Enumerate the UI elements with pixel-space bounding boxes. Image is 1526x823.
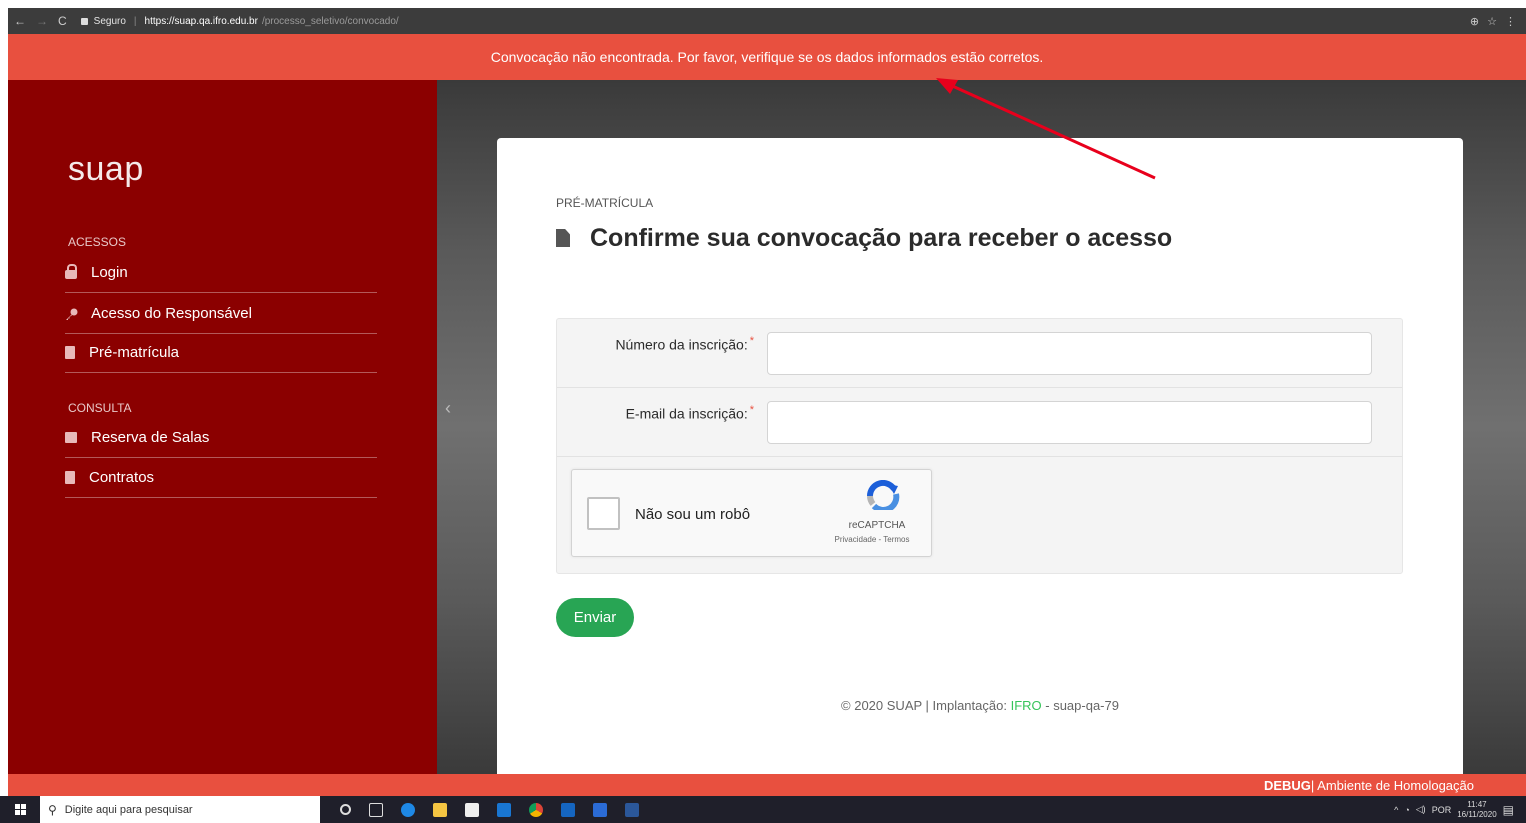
reload-icon[interactable]: C [58,14,67,28]
back-icon[interactable]: ← [14,14,26,28]
sidebar-item-pre-matricula[interactable]: Pré-matrícula [65,333,377,373]
notification-icon[interactable]: ▤ [1503,803,1514,817]
search-icon: ⚲ [48,802,57,817]
inscription-number-input[interactable] [767,332,1372,375]
taskbar-search-input[interactable]: ⚲ Digite aqui para pesquisar [40,796,320,823]
chrome-icon[interactable] [529,802,543,817]
sidebar-item-label: Reserva de Salas [91,429,210,446]
email-label: E-mail da inscrição: * [625,404,754,422]
todo-icon[interactable] [593,802,607,817]
environment-text: | Ambiente de Homologação [1310,777,1474,793]
clock-date: 16/11/2020 [1457,809,1497,819]
menu-icon[interactable]: ⋮ [1505,15,1516,28]
debug-environment-bar: DEBUG | Ambiente de Homologação [8,774,1526,796]
windows-taskbar: ⚲ Digite aqui para pesquisar ^ ◔ ◁) POR … [0,796,1526,823]
sidebar-item-reserva-salas[interactable]: Reserva de Salas [65,418,377,458]
page-title: Confirme sua convocação para receber o a… [556,220,1196,257]
url-path: /processo_seletivo/convocado/ [261,15,399,27]
form-row-inscription: Número da inscrição: * [557,319,1402,388]
sidebar: suap ACESSOS Login Acesso do Responsável… [8,80,437,774]
sidebar-item-contratos[interactable]: Contratos [65,458,377,498]
taskbar-clock[interactable]: 11:47 16/11/2020 [1457,800,1496,820]
recaptcha-logo-icon [866,480,900,510]
alert-message: Convocação não encontrada. Por favor, ve… [490,49,1044,65]
volume-icon[interactable]: ◁) [1416,804,1426,815]
page-footer: © 2020 SUAP | Implantação: IFRO - suap-q… [841,698,1119,713]
ifro-link[interactable]: IFRO [1011,698,1042,713]
inscription-label: Número da inscrição: * [615,335,754,353]
section-title-acessos: ACESSOS [68,235,127,249]
recaptcha-checkbox[interactable] [587,497,620,530]
content-card: PRÉ-MATRÍCULA Confirme sua convocação pa… [497,138,1463,774]
inscription-email-input[interactable] [767,401,1372,444]
secure-label: Seguro [93,15,126,27]
network-icon[interactable]: ◔ [1404,805,1409,815]
browser-toolbar: ← → C Seguro | https://suap.qa.ifro.edu.… [8,8,1526,34]
edge-icon[interactable] [401,802,415,817]
taskbar-search-placeholder: Digite aqui para pesquisar [64,803,193,816]
cortana-icon[interactable] [340,804,351,815]
url-host: https://suap.qa.ifro.edu.br [144,15,258,27]
address-bar[interactable]: Seguro | https://suap.qa.ifro.edu.br/pro… [80,15,399,27]
mail-icon[interactable] [497,802,511,817]
sidebar-item-label: Acesso do Responsável [91,305,252,322]
zoom-icon[interactable]: ⊕ [1470,15,1479,28]
recaptcha-links[interactable]: Privacidade - Termos [812,535,932,544]
calendar-icon [65,432,77,443]
language-indicator[interactable]: POR [1432,805,1452,815]
recaptcha-brand: reCAPTCHA [848,520,906,531]
sidebar-item-label: Login [91,264,128,281]
sidebar-item-acesso-responsavel[interactable]: Acesso do Responsável [65,294,377,334]
breadcrumb: PRÉ-MATRÍCULA [556,196,654,210]
required-mark: * [749,335,754,347]
recaptcha-widget: Não sou um robô reCAPTCHA Privacidade - … [571,469,932,557]
form-row-email: E-mail da inscrição: * [557,388,1402,457]
suap-logo[interactable]: suap [68,150,144,189]
sidebar-item-label: Pré-matrícula [89,344,180,361]
recaptcha-label: Não sou um robô [635,506,751,523]
task-view-icon[interactable] [369,802,383,817]
file-explorer-icon[interactable] [433,802,447,817]
sidebar-item-login[interactable]: Login [65,253,377,293]
error-alert: Convocação não encontrada. Por favor, ve… [8,34,1526,80]
debug-label: DEBUG [1263,777,1311,793]
page-title-text: Confirme sua convocação para receber o a… [590,224,1173,252]
media-icon[interactable] [561,802,575,817]
chevron-left-icon[interactable]: ‹ [445,398,451,419]
document-icon [65,346,75,359]
key-icon [65,308,78,320]
star-icon[interactable]: ☆ [1487,15,1497,28]
pre-registration-form: Número da inscrição: * E-mail da inscriçã… [556,318,1403,574]
forward-icon[interactable]: → [36,14,48,28]
clock-time: 11:47 [1467,799,1487,809]
lock-icon [65,263,77,279]
contract-icon [65,471,75,484]
windows-start-icon[interactable] [0,804,40,815]
store-icon[interactable] [465,802,479,817]
required-mark: * [749,404,754,416]
word-icon[interactable] [625,802,639,817]
lock-icon [80,17,88,25]
document-icon [556,229,570,247]
sidebar-item-label: Contratos [89,469,155,486]
section-title-consulta: CONSULTA [68,401,132,415]
chevron-up-icon[interactable]: ^ [1394,805,1398,815]
submit-button[interactable]: Enviar [556,598,634,637]
